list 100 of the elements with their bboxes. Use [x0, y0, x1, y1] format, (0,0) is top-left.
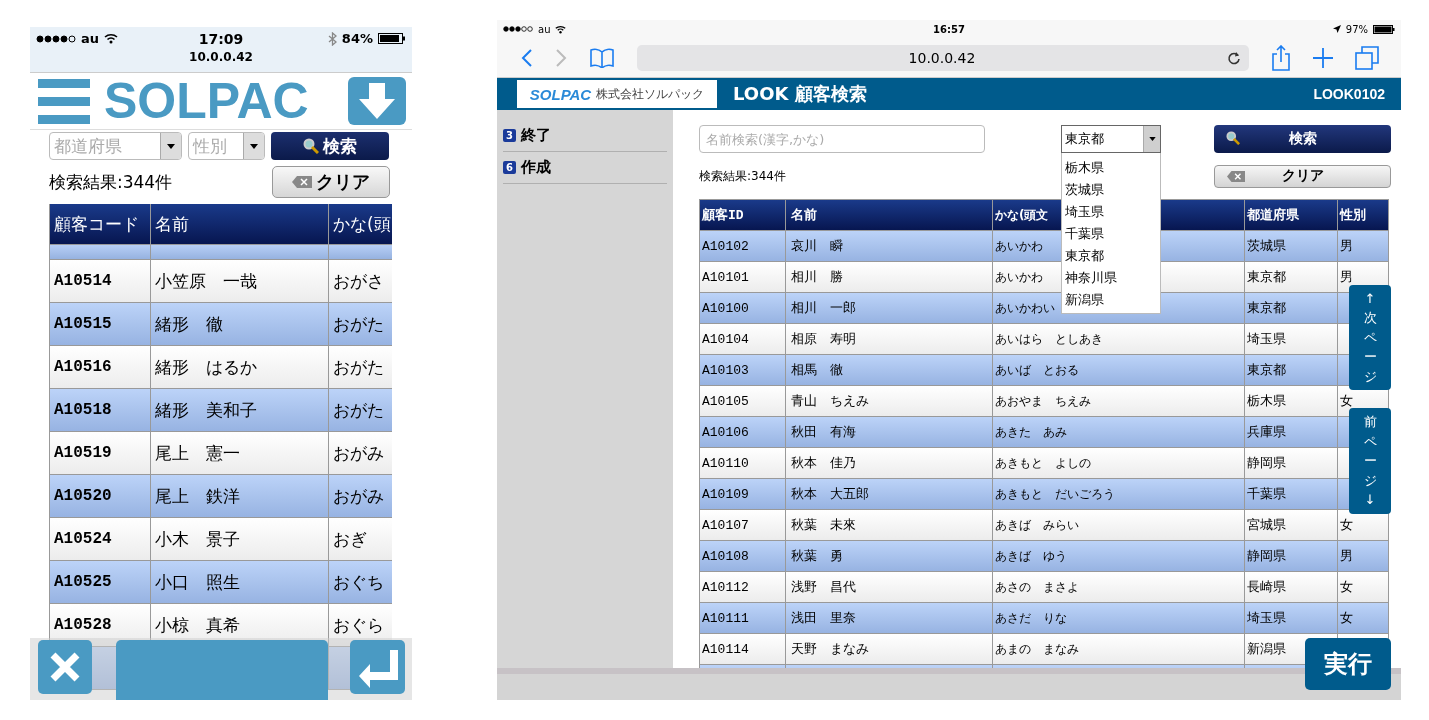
address-bar[interactable]: 10.0.0.42	[637, 44, 1249, 71]
table-cell: 青山 ちえみ	[785, 386, 992, 416]
table-cell: A10525	[49, 561, 150, 603]
logo: SOLPAC	[529, 85, 592, 103]
table-cell: A10103	[699, 355, 785, 385]
table-cell: おがさ	[328, 260, 392, 302]
run-button[interactable]: 実行	[1305, 638, 1391, 690]
table-cell: 小木 景子	[150, 518, 328, 560]
dropdown-option[interactable]: 栃木県	[1062, 157, 1160, 179]
forward-icon[interactable]	[555, 47, 567, 68]
clear-button[interactable]: クリア	[272, 166, 390, 198]
column-header: 顧客ID	[699, 200, 785, 230]
table-cell: おがみ	[328, 432, 392, 474]
prefecture-select[interactable]: 東京都	[1061, 125, 1161, 153]
share-icon[interactable]	[1271, 44, 1291, 71]
return-icon[interactable]	[350, 640, 405, 694]
dropdown-option[interactable]: 千葉県	[1062, 223, 1160, 245]
table-cell: 静岡県	[1244, 448, 1337, 478]
table-cell: おがた	[328, 389, 392, 431]
table-cell: 浅野 昌代	[785, 572, 992, 602]
battery-percent: 84%	[341, 31, 373, 46]
dropdown-option[interactable]: 埼玉県	[1062, 201, 1160, 223]
table-cell: 東京都	[1244, 293, 1337, 323]
bookmarks-icon[interactable]	[589, 47, 615, 68]
input-bar[interactable]	[116, 640, 328, 700]
table-cell: 天野 まなみ	[785, 634, 992, 664]
table-cell: 緒形 美和子	[150, 389, 328, 431]
carrier: au	[538, 23, 551, 35]
dropdown-option[interactable]: 新潟県	[1062, 289, 1160, 311]
table-cell: 埼玉県	[1244, 324, 1337, 354]
table-cell: 小口 照生	[150, 561, 328, 603]
screen-id: LOOK0102	[1313, 86, 1385, 102]
table-cell: 埼玉県	[1244, 603, 1337, 633]
table-cell: あきば みらい	[992, 510, 1244, 540]
column-header: 性別	[1337, 200, 1389, 230]
table-cell: A10108	[699, 541, 785, 571]
table-cell: おぎ	[328, 518, 392, 560]
table-cell: 女	[1337, 572, 1389, 602]
previous-page-button[interactable]: 前ページ↓	[1349, 408, 1391, 514]
url-text[interactable]: 10.0.0.42	[189, 50, 253, 64]
table-cell: 女	[1337, 603, 1389, 633]
dropdown-option[interactable]: 茨城県	[1062, 179, 1160, 201]
result-count: 検索結果:344件	[49, 170, 173, 194]
table-cell: あさだ りな	[992, 603, 1244, 633]
table-cell: 緒形 徹	[150, 303, 328, 345]
table-cell: 男	[1337, 541, 1389, 571]
menu-icon[interactable]	[38, 77, 90, 125]
key-badge: 3	[503, 129, 516, 142]
table-cell: 東京都	[1244, 355, 1337, 385]
column-header: 顧客コード	[49, 204, 150, 244]
dropdown-option[interactable]: 東京都	[1062, 245, 1160, 267]
wifi-icon	[555, 24, 567, 34]
backspace-icon	[1227, 170, 1245, 182]
plus-icon[interactable]	[1313, 47, 1333, 68]
next-page-button[interactable]: ↑次ページ	[1349, 285, 1391, 390]
backspace-icon	[292, 176, 312, 188]
sidebar-item[interactable]: 6 作成	[503, 152, 667, 184]
table-cell: A10111	[699, 603, 785, 633]
name-search-field[interactable]: 名前検索(漢字,かな)	[699, 125, 985, 153]
column-header: かな(頭	[328, 204, 392, 244]
caret-icon	[167, 143, 175, 149]
table-cell: おぐち	[328, 561, 392, 603]
table-cell: 秋葉 勇	[785, 541, 992, 571]
table-cell: 宮城県	[1244, 510, 1337, 540]
close-icon[interactable]	[38, 640, 92, 694]
search-button[interactable]: 検索	[271, 132, 389, 160]
clear-button[interactable]: クリア	[1214, 164, 1391, 188]
signal-icon	[503, 26, 533, 32]
url-text: 10.0.0.42	[907, 49, 977, 66]
table-cell: あきた あみ	[992, 417, 1244, 447]
location-arrow-icon	[1332, 25, 1341, 33]
reload-icon[interactable]	[1227, 50, 1241, 65]
table-cell: 相原 寿明	[785, 324, 992, 354]
carrier: au	[81, 31, 100, 46]
caret-icon	[1148, 137, 1156, 141]
back-icon[interactable]	[521, 47, 533, 68]
caret-icon	[250, 143, 258, 149]
wifi-icon	[104, 33, 119, 44]
column-header: 名前	[785, 200, 992, 230]
brand-logo: SOLPAC	[104, 76, 310, 126]
table-cell: A10518	[49, 389, 150, 431]
key-badge: 6	[503, 161, 516, 174]
table-cell: あまの まなみ	[992, 634, 1244, 664]
table-cell: A10524	[49, 518, 150, 560]
tabs-icon[interactable]	[1355, 45, 1379, 70]
sidebar-item[interactable]: 3 終了	[503, 120, 667, 152]
dropdown-option[interactable]: 神奈川県	[1062, 267, 1160, 289]
table-cell: A10104	[699, 324, 785, 354]
column-header: 都道府県	[1244, 200, 1337, 230]
search-button[interactable]: 検索	[1214, 125, 1391, 153]
table-cell: 静岡県	[1244, 541, 1337, 571]
table-cell: A10101	[699, 262, 785, 292]
table-cell: 秋本 大五郎	[785, 479, 992, 509]
table-cell: 哀川 瞬	[785, 231, 992, 261]
table-cell: A10109	[699, 479, 785, 509]
table-cell: 茨城県	[1244, 231, 1337, 261]
magnifier-icon	[1226, 131, 1240, 145]
table-cell: A10105	[699, 386, 785, 416]
column-header: 名前	[150, 204, 328, 244]
table-cell: 栃木県	[1244, 386, 1337, 416]
